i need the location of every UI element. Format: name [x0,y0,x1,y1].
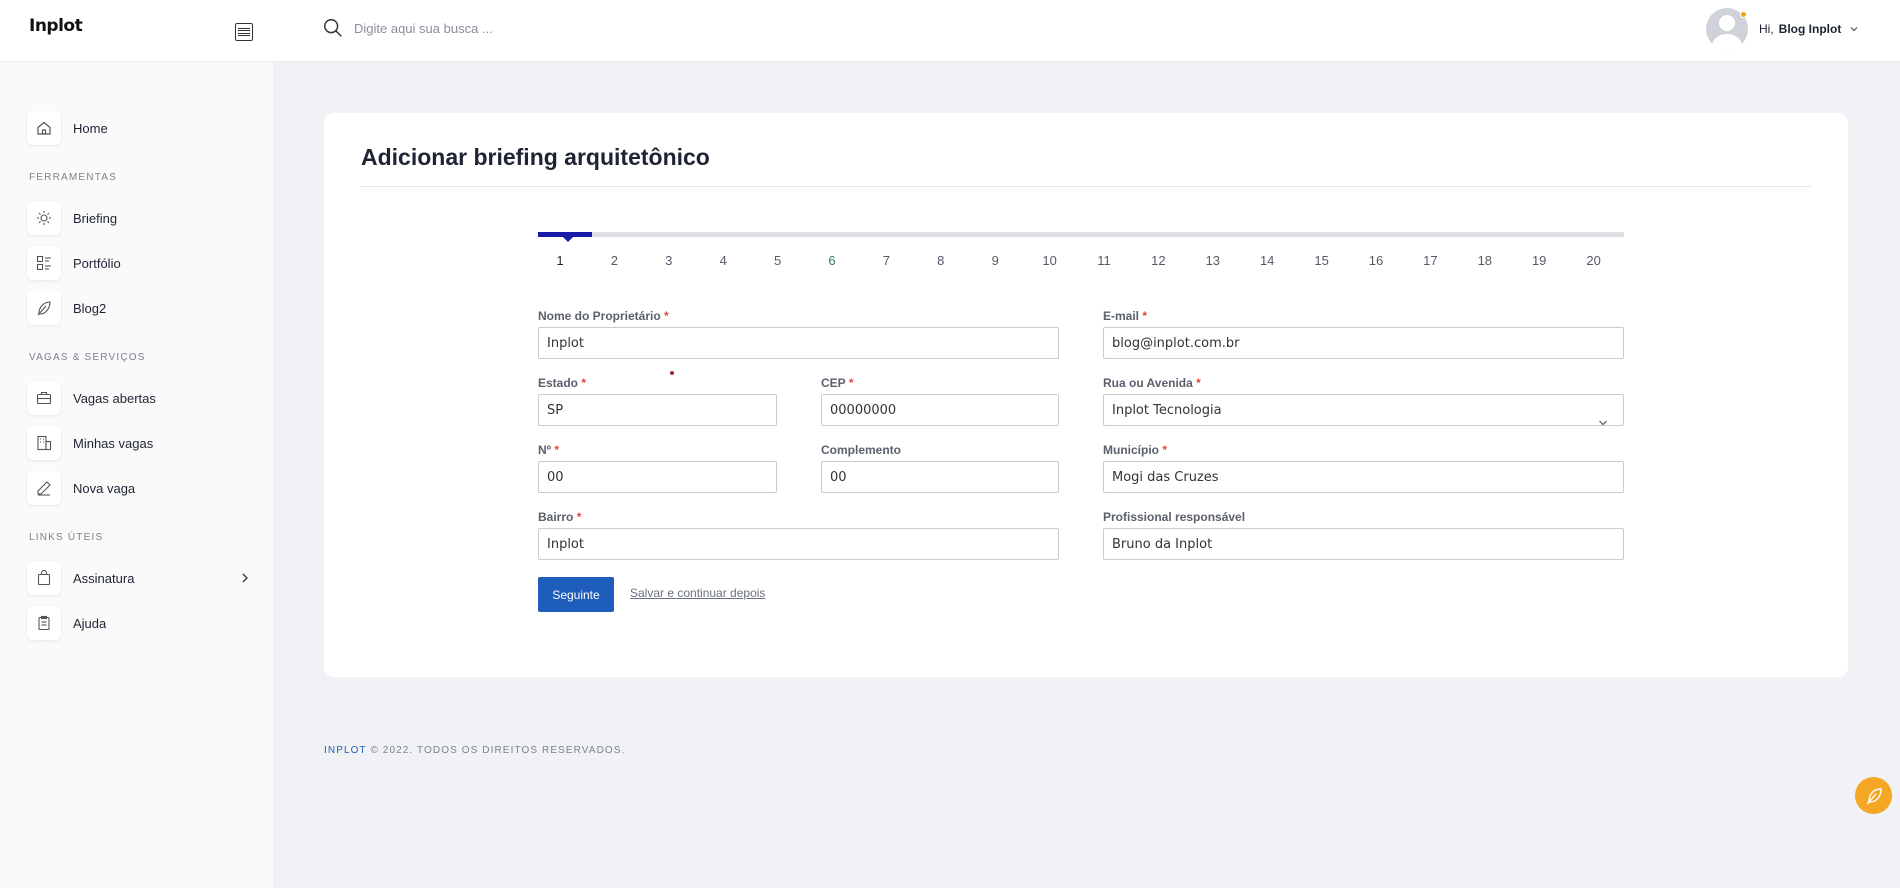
sidebar: Home FERRAMENTAS Briefing Portfólio Blog… [0,62,274,888]
status-dot [1740,11,1747,18]
top-header: Inplot Hi, Blog Inplot [0,0,1900,62]
stepper-step-14[interactable]: 14 [1252,253,1282,268]
sidebar-item-home[interactable]: Home [27,111,249,145]
chevron-right-icon[interactable] [241,573,249,583]
menu-toggle-icon[interactable] [235,23,253,41]
sidebar-item-label: Portfólio [73,255,121,271]
marker-dot [670,371,674,375]
complemento-label: Complemento [821,443,902,457]
next-button[interactable]: Seguinte [538,577,614,612]
stepper-step-3[interactable]: 3 [654,253,684,268]
section-ferramentas: FERRAMENTAS [29,172,118,183]
edit-fab-button[interactable] [1855,777,1892,814]
profissional-label: Profissional responsável [1103,510,1246,524]
footer-copyright: © 2022. TODOS OS DIREITOS RESERVADOS. [370,745,626,756]
cep-label: CEP * [821,376,854,390]
inplot-logo[interactable]: Inplot [29,16,83,36]
stepper-step-9[interactable]: 9 [980,253,1010,268]
stepper-step-13[interactable]: 13 [1198,253,1228,268]
stepper-step-16[interactable]: 16 [1361,253,1391,268]
footer: INPLOT © 2022. TODOS OS DIREITOS RESERVA… [324,745,625,756]
footer-brand-link[interactable]: INPLOT [324,745,367,756]
title-divider [361,186,1811,187]
user-greeting: Hi, [1759,22,1774,36]
owner-field[interactable] [538,327,1059,359]
municipio-field[interactable] [1103,461,1624,493]
search-icon[interactable] [322,17,344,39]
section-vagas: VAGAS & SERVIÇOS [29,352,146,363]
estado-label: Estado * [538,376,587,390]
sidebar-item-minhas-vagas[interactable]: Minhas vagas [27,426,249,460]
municipio-label: Município * [1103,443,1168,457]
sidebar-item-assinatura[interactable]: Assinatura [27,561,249,595]
feather-icon [27,291,61,325]
bairro-field[interactable] [538,528,1059,560]
stepper-step-7[interactable]: 7 [871,253,901,268]
user-menu[interactable]: Hi, Blog Inplot [1706,8,1859,50]
section-links: LINKS ÚTEIS [29,532,104,543]
complemento-field[interactable] [821,461,1059,493]
stepper-step-1[interactable]: 1 [545,253,575,268]
rua-select[interactable] [1103,394,1624,426]
grid-icon [27,246,61,280]
sidebar-item-ajuda[interactable]: Ajuda [27,606,249,640]
search-input[interactable] [354,20,654,36]
profissional-field[interactable] [1103,528,1624,560]
sidebar-item-label: Minhas vagas [73,435,154,451]
bag-icon [27,561,61,595]
sidebar-item-portfolio[interactable]: Portfólio [27,246,249,280]
owner-label: Nome do Proprietário * [538,309,669,323]
save-later-link[interactable]: Salvar e continuar depois [630,586,765,600]
sidebar-item-label: Vagas abertas [73,390,156,406]
stepper-caret [563,237,573,242]
stepper-step-20[interactable]: 20 [1579,253,1609,268]
briefcase-icon [27,381,61,415]
chevron-down-icon[interactable] [1598,419,1608,427]
stepper-progress-track [538,232,1624,242]
rua-label: Rua ou Avenida * [1103,376,1201,390]
stepper-step-12[interactable]: 12 [1143,253,1173,268]
chevron-down-icon[interactable] [1849,24,1859,34]
sidebar-item-label: Blog2 [73,300,107,316]
stepper-step-19[interactable]: 19 [1524,253,1554,268]
sidebar-item-blog2[interactable]: Blog2 [27,291,249,325]
pencil-icon [27,471,61,505]
home-icon [27,111,61,145]
stepper-step-11[interactable]: 11 [1089,253,1119,268]
sidebar-item-label: Assinatura [73,570,135,586]
clipboard-icon [27,606,61,640]
sidebar-item-label: Ajuda [73,615,107,631]
bairro-label: Bairro * [538,510,582,524]
stepper-step-15[interactable]: 15 [1307,253,1337,268]
stepper-step-2[interactable]: 2 [599,253,629,268]
sidebar-item-label: Home [73,120,108,136]
email-field[interactable] [1103,327,1624,359]
stepper-step-6[interactable]: 6 [817,253,847,268]
sidebar-item-label: Nova vaga [73,480,136,496]
sidebar-item-nova-vaga[interactable]: Nova vaga [27,471,249,505]
stepper-step-17[interactable]: 17 [1415,253,1445,268]
sidebar-item-vagas-abertas[interactable]: Vagas abertas [27,381,249,415]
email-label: E-mail * [1103,309,1148,323]
briefing-card: Adicionar briefing arquitetônico 1234567… [324,113,1848,677]
stepper-step-18[interactable]: 18 [1470,253,1500,268]
building-icon [27,426,61,460]
feather-icon [1865,787,1882,804]
search-bar [322,17,654,39]
stepper-step-10[interactable]: 10 [1035,253,1065,268]
cep-field[interactable] [821,394,1059,426]
sidebar-item-briefing[interactable]: Briefing [27,201,249,235]
numero-label: Nº * [538,443,560,457]
page-title: Adicionar briefing arquitetônico [361,144,710,170]
stepper-step-5[interactable]: 5 [763,253,793,268]
stepper-step-4[interactable]: 4 [708,253,738,268]
estado-field[interactable] [538,394,777,426]
numero-field[interactable] [538,461,777,493]
user-name: Blog Inplot [1778,22,1842,36]
bulb-icon [27,201,61,235]
sidebar-item-label: Briefing [73,210,118,226]
stepper-step-8[interactable]: 8 [926,253,956,268]
